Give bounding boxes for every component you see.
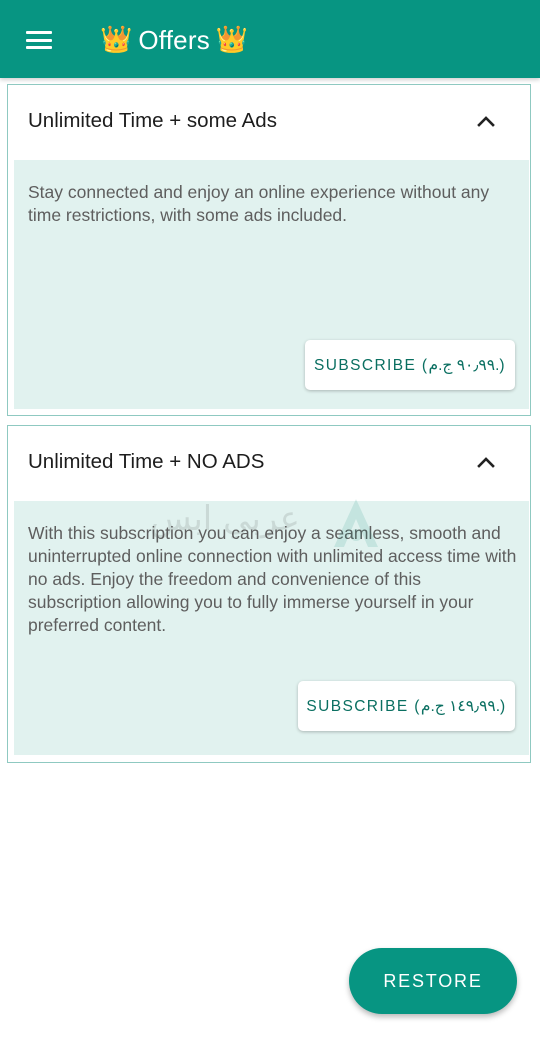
crown-icon: 👑: [215, 25, 249, 55]
offer-description: Stay connected and enjoy an online exper…: [28, 182, 490, 225]
crown-icon: 👑: [100, 25, 133, 55]
app-bar: 👑 Offers 👑: [0, 0, 540, 78]
page-title: Offers: [138, 25, 210, 55]
hamburger-menu-icon: [26, 31, 52, 49]
offer-title: Unlimited Time + some Ads: [28, 109, 277, 132]
offer-card-some-ads: Unlimited Time + some Ads Stay connected…: [7, 84, 531, 416]
offer-card-header[interactable]: Unlimited Time + some Ads: [8, 85, 530, 159]
menu-button[interactable]: [18, 20, 60, 60]
offer-card-body: Stay connected and enjoy an online exper…: [14, 160, 529, 409]
chevron-up-icon[interactable]: [477, 115, 495, 127]
subscribe-button[interactable]: SUBSCRIBE (٩٠٫٩٩ ج.م.): [305, 340, 515, 390]
offer-description: With this subscription you can enjoy a s…: [28, 523, 517, 635]
restore-button[interactable]: RESTORE: [349, 948, 517, 1014]
chevron-up-icon[interactable]: [477, 456, 495, 468]
offer-card-header[interactable]: Unlimited Time + NO ADS: [8, 426, 530, 500]
subscribe-button[interactable]: SUBSCRIBE (١٤٩٫٩٩ ج.م.): [298, 681, 515, 731]
offer-card-no-ads: Unlimited Time + NO ADS With this subscr…: [7, 425, 531, 763]
offer-title: Unlimited Time + NO ADS: [28, 450, 265, 473]
offer-card-body: With this subscription you can enjoy a s…: [14, 501, 529, 755]
title-wrap: 👑 Offers 👑: [100, 22, 248, 58]
